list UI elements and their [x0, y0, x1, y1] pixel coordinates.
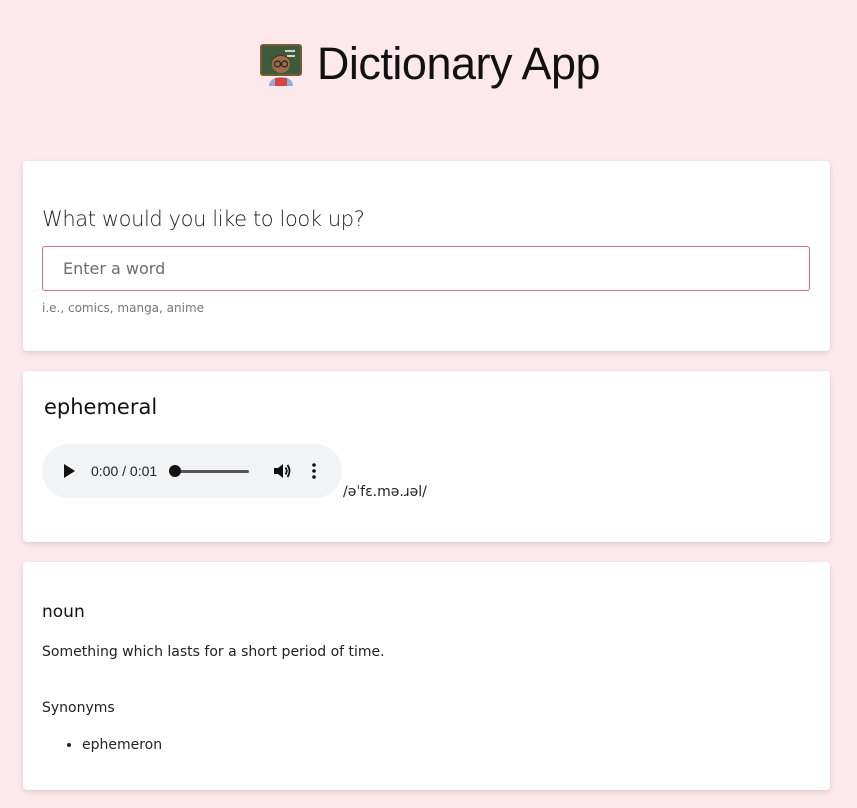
play-icon[interactable] [62, 464, 76, 478]
synonyms-list: ephemeron [42, 736, 162, 754]
search-input[interactable] [42, 246, 810, 291]
app-title-text: Dictionary App [316, 38, 601, 89]
definition-text: Something which lasts for a short period… [42, 644, 385, 660]
audio-seek-thumb[interactable] [169, 464, 182, 477]
word-card: ephemeral 0:00 / 0:01 /əˈfɛ.mə.ɹəl/ [23, 371, 830, 542]
synonyms-heading: Synonyms [42, 700, 115, 716]
audio-player[interactable]: 0:00 / 0:01 [42, 444, 342, 498]
search-label: What would you like to look up? [42, 207, 365, 231]
search-card: What would you like to look up? i.e., co… [23, 161, 830, 351]
audio-time: 0:00 / 0:01 [91, 463, 158, 479]
word-title: ephemeral [44, 395, 158, 419]
app-title: Dictionary App [257, 38, 601, 90]
part-of-speech: noun [42, 602, 85, 622]
search-hint: i.e., comics, manga, anime [42, 301, 205, 315]
volume-icon[interactable] [273, 462, 291, 480]
audio-seek-slider[interactable] [169, 464, 250, 477]
header: Dictionary App [0, 38, 857, 92]
synonym-item: ephemeron [82, 736, 162, 754]
phonetic-text: /əˈfɛ.mə.ɹəl/ [343, 484, 427, 500]
teacher-icon [257, 40, 305, 88]
more-options-icon[interactable] [311, 462, 317, 480]
definition-card: noun Something which lasts for a short p… [23, 562, 830, 790]
